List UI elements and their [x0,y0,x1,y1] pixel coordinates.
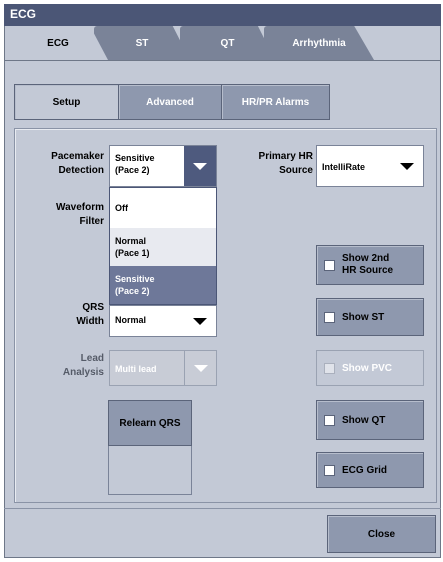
show-st-button[interactable]: Show ST [316,298,424,336]
checkbox-icon [324,363,335,374]
subtab-hr-pr-alarms[interactable]: HR/PR Alarms [221,84,330,120]
relearn-qrs-button[interactable]: Relearn QRS [108,400,192,446]
qrs-width-value: Normal [115,315,147,325]
footer-divider [4,508,441,509]
checkbox-icon [324,465,335,476]
waveform-filter-label: Waveform Filter [56,202,104,227]
subtab-setup[interactable]: Setup [14,84,119,120]
primary-hr-value: IntelliRate [322,162,366,172]
chevron-down-icon[interactable] [184,146,216,186]
ecg-grid-button[interactable]: ECG Grid [316,452,424,488]
primary-hr-source-select[interactable]: IntelliRate [316,145,424,187]
chevron-down-icon[interactable] [184,306,216,336]
lead-analysis-value: Multi lead [115,364,157,374]
pacemaker-dropdown-list: Off Normal (Pace 1) Sensitive (Pace 2) [109,187,217,305]
tabstrip-divider [4,60,441,61]
primary-hr-source-label: Primary HR Source [258,151,313,176]
show-pvc-button: Show PVC [316,350,424,386]
subtab-advanced[interactable]: Advanced [118,84,222,120]
show-qt-button[interactable]: Show QT [316,400,424,440]
checkbox-icon [324,312,335,323]
lead-analysis-label: Lead Analysis [62,353,104,378]
window-title: ECG [4,4,441,26]
checkbox-icon [324,415,335,426]
pacemaker-detection-label: Pacemaker Detection [51,151,104,176]
qrs-width-select[interactable]: Normal [109,305,217,337]
pacemaker-value-line2: (Pace 2) [115,165,150,175]
option-sensitive-pace-2[interactable]: Sensitive (Pace 2) [110,266,216,304]
checkbox-icon [324,260,335,271]
chevron-down-icon[interactable] [391,146,423,186]
lead-analysis-select: Multi lead [109,350,217,386]
close-button[interactable]: Close [327,515,436,553]
show-2nd-hr-source-button[interactable]: Show 2nd HR Source [316,245,424,285]
option-normal-pace-1[interactable]: Normal (Pace 1) [110,228,216,266]
qrs-width-label: QRS Width [76,302,104,327]
pacemaker-detection-select[interactable]: Sensitive (Pace 2) [109,145,217,187]
option-off[interactable]: Off [110,188,216,228]
chevron-down-icon [184,351,216,385]
pacemaker-value-line1: Sensitive [115,153,155,163]
